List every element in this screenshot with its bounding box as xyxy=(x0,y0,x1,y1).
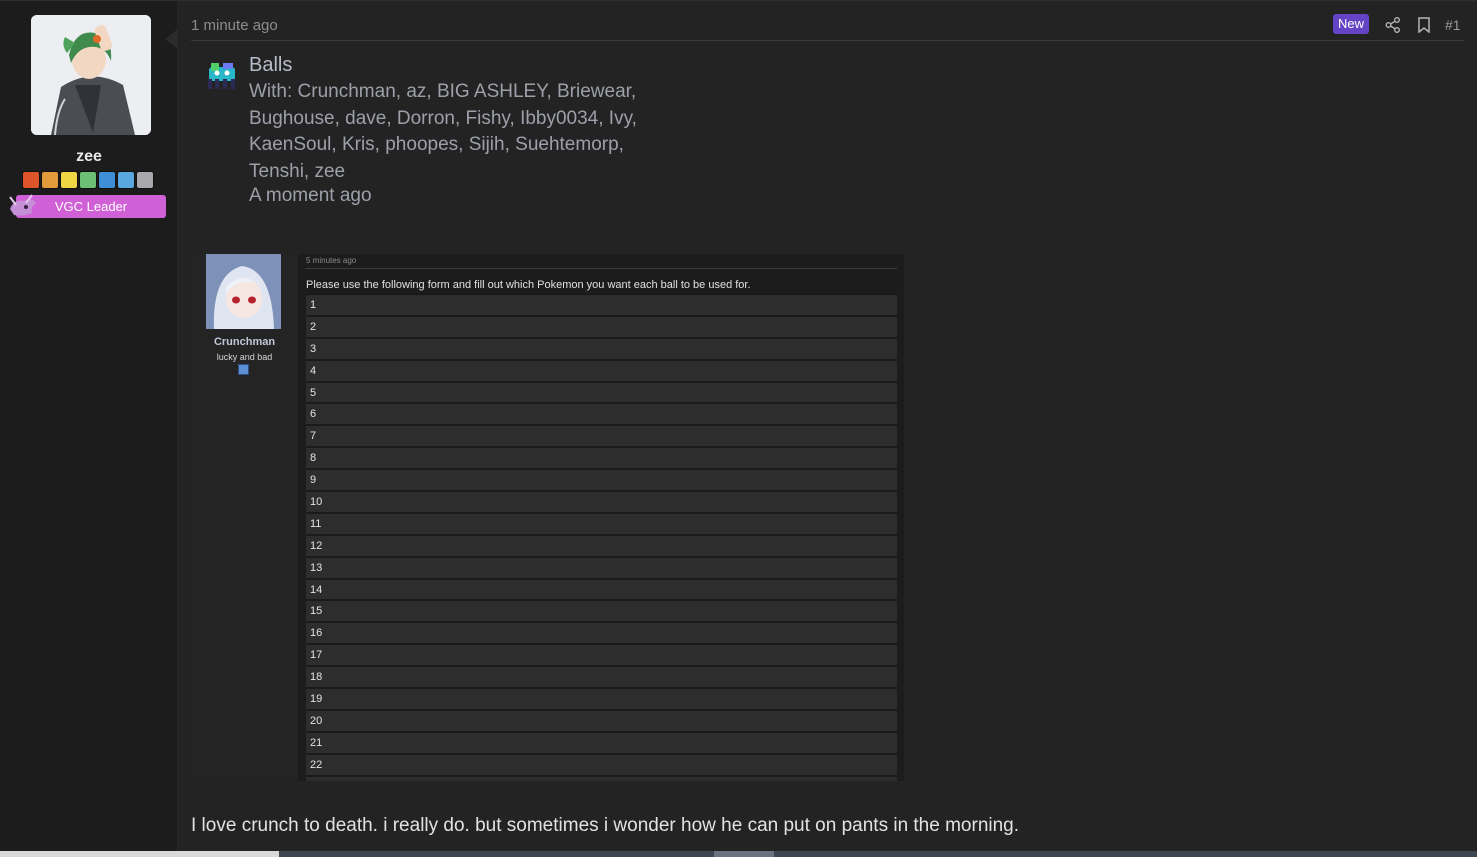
badge-list xyxy=(22,171,154,189)
post-time[interactable]: 1 minute ago xyxy=(191,17,278,34)
scrollbar-track[interactable] xyxy=(279,851,1477,857)
water-badge-icon xyxy=(98,171,116,189)
message-arrow xyxy=(165,29,178,49)
embedded-screenshot: Crunchman lucky and bad 5 minutes ago Pl… xyxy=(191,254,904,781)
post-header: 1 minute ago New #1 xyxy=(191,11,1464,41)
post-author-column: zee VGC Leader xyxy=(0,1,178,852)
table-row: 7 xyxy=(306,426,897,449)
divider xyxy=(305,268,897,269)
diamond-badge-icon xyxy=(41,171,59,189)
ball-form-table: 1 2 3 4 5 6 7 8 9 10 11 12 13 14 15 16 17 18 19 20 21 22 xyxy=(306,294,897,781)
table-row: 8 xyxy=(306,448,897,471)
table-row: 16 xyxy=(306,623,897,646)
embedded-message: 5 minutes ago Please use the following f… xyxy=(305,254,904,781)
embedded-text: Please use the following form and fill o… xyxy=(306,279,751,291)
horizontal-scrollbar[interactable] xyxy=(0,851,1477,857)
table-row: 11 xyxy=(306,514,897,536)
achievement-icon xyxy=(208,63,235,89)
avatar[interactable] xyxy=(31,15,151,135)
embedded-badge-icon xyxy=(238,364,249,375)
post-number-link[interactable]: #1 xyxy=(1445,17,1461,33)
post-body-text: I love crunch to death. i really do. but… xyxy=(191,815,1020,836)
table-row: 12 xyxy=(306,536,897,558)
forum-post: zee VGC Leader 1 minute ago New #1 Balls… xyxy=(0,0,1477,852)
table-row: 9 xyxy=(306,470,897,493)
table-row: 5 xyxy=(306,383,897,405)
crystal-badge-icon xyxy=(79,171,97,189)
table-row: 4 xyxy=(306,361,897,383)
fire-badge-icon xyxy=(22,171,40,189)
embedded-username: Crunchman xyxy=(213,336,276,348)
table-row: 19 xyxy=(306,689,897,711)
triangle-badge-icon xyxy=(60,171,78,189)
achievement-title: Balls xyxy=(249,54,293,76)
embedded-avatar xyxy=(206,254,281,329)
new-badge: New xyxy=(1333,14,1369,34)
embedded-author-column: Crunchman lucky and bad xyxy=(191,254,298,781)
table-row: 6 xyxy=(306,404,897,427)
pokemon-sprite-icon xyxy=(9,194,36,216)
share-icon[interactable] xyxy=(1385,17,1401,33)
table-row: 13 xyxy=(306,558,897,580)
table-row: 21 xyxy=(306,733,897,755)
embedded-user-title: lucky and bad xyxy=(216,352,273,362)
table-row: 15 xyxy=(306,601,897,624)
bookmark-icon[interactable] xyxy=(1417,17,1431,33)
achievement-participants: With: Crunchman, az, BIG ASHLEY, Briewea… xyxy=(249,81,637,182)
table-row: 2 xyxy=(306,317,897,339)
shield-badge-icon xyxy=(117,171,135,189)
moon-badge-icon xyxy=(136,171,154,189)
table-row: 10 xyxy=(306,492,897,514)
table-row: 20 xyxy=(306,711,897,733)
scrollbar-thumb[interactable] xyxy=(714,851,774,857)
table-row: 22 xyxy=(306,755,897,777)
table-row: 3 xyxy=(306,339,897,361)
achievement-time: A moment ago xyxy=(249,185,372,206)
table-row: 18 xyxy=(306,667,897,690)
embedded-time: 5 minutes ago xyxy=(306,256,357,265)
username[interactable]: zee xyxy=(0,148,178,166)
table-row: 1 xyxy=(306,295,897,317)
table-row: 14 xyxy=(306,580,897,602)
table-row: 17 xyxy=(306,645,897,668)
